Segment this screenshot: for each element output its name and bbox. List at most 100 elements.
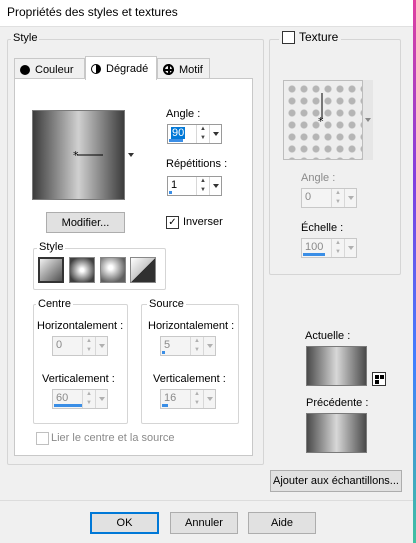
- texture-checkbox[interactable]: [282, 30, 295, 44]
- spin-down-icon[interactable]: ▼: [332, 198, 344, 207]
- source-v-spinbox[interactable]: 16 ▲ ▼: [160, 389, 216, 409]
- spin-up-icon[interactable]: ▲: [191, 337, 203, 346]
- style-radial-button[interactable]: [130, 257, 156, 283]
- current-swatch[interactable]: [306, 346, 367, 386]
- texture-header: Texture: [279, 30, 342, 44]
- center-v-dropdown[interactable]: [95, 390, 107, 408]
- texture-angle-dropdown[interactable]: [344, 189, 356, 207]
- texture-preview[interactable]: *: [283, 80, 363, 160]
- style-sunburst-button[interactable]: [100, 257, 126, 283]
- texture-direction-indicator: *: [318, 93, 324, 128]
- texture-scale-dropdown[interactable]: [344, 239, 356, 257]
- spin-down-icon[interactable]: ▼: [83, 346, 95, 355]
- center-v-progress: [54, 404, 82, 407]
- chevron-down-icon: [128, 153, 134, 157]
- tab-motif-label: Motif: [179, 63, 203, 76]
- style-linear-button[interactable]: [38, 257, 64, 283]
- gradient-style-label: Style: [37, 241, 66, 253]
- center-v-value: 60: [56, 392, 69, 404]
- source-h-spinbox[interactable]: 5 ▲ ▼: [160, 336, 216, 356]
- spin-down-icon[interactable]: ▼: [83, 399, 95, 408]
- style-group-label: Style: [11, 32, 40, 44]
- tab-degrade[interactable]: Dégradé: [85, 56, 157, 80]
- style-rectangular-button[interactable]: [69, 257, 95, 283]
- center-group-label: Centre: [36, 298, 74, 310]
- spin-down-icon[interactable]: ▼: [197, 134, 209, 143]
- help-button[interactable]: Aide: [248, 512, 316, 534]
- tab-couleur-label: Couleur: [35, 63, 74, 76]
- footer-separator: [0, 500, 413, 501]
- texture-angle-label: Angle :: [301, 172, 336, 184]
- angle-value: 90: [171, 127, 186, 139]
- current-label: Actuelle :: [305, 330, 351, 342]
- spin-down-icon[interactable]: ▼: [191, 346, 203, 355]
- texture-scale-progress: [303, 253, 325, 256]
- repetitions-spinbox[interactable]: 1 ▲ ▼: [167, 176, 222, 196]
- svg-text:*: *: [318, 115, 324, 128]
- invert-label: Inverser: [183, 216, 223, 228]
- modify-button[interactable]: Modifier...: [46, 212, 125, 233]
- angle-progress: [169, 139, 183, 142]
- source-v-dropdown[interactable]: [203, 390, 215, 408]
- spin-up-icon[interactable]: ▲: [332, 189, 344, 198]
- chevron-down-icon: [365, 118, 371, 122]
- texture-scale-spinbox[interactable]: 100 ▲ ▼: [301, 238, 357, 258]
- texture-label: Texture: [299, 30, 339, 44]
- spin-up-icon[interactable]: ▲: [197, 125, 209, 134]
- tab-couleur[interactable]: Couleur: [14, 58, 85, 80]
- repetitions-value: 1: [171, 179, 178, 191]
- angle-dropdown[interactable]: [209, 125, 221, 143]
- repetitions-dropdown[interactable]: [209, 177, 221, 195]
- source-h-label: Horizontalement :: [148, 320, 235, 332]
- texture-dropdown-button[interactable]: [363, 80, 373, 160]
- texture-angle-value: 0: [305, 191, 312, 203]
- link-center-source-label: Lier le centre et la source: [51, 432, 175, 444]
- swap-swatches-icon[interactable]: [372, 372, 386, 386]
- center-v-spinbox[interactable]: 60 ▲ ▼: [52, 389, 108, 409]
- tab-degrade-label: Dégradé: [106, 62, 149, 75]
- gradient-direction-indicator: *: [73, 149, 103, 162]
- spin-up-icon[interactable]: ▲: [83, 337, 95, 346]
- repetitions-progress: [169, 191, 172, 194]
- ok-button[interactable]: OK: [90, 512, 159, 534]
- gradient-preview[interactable]: *: [32, 110, 125, 200]
- add-to-swatches-button[interactable]: Ajouter aux échantillons...: [270, 470, 402, 492]
- center-h-dropdown[interactable]: [95, 337, 107, 355]
- tab-motif[interactable]: Motif: [157, 58, 210, 80]
- source-h-dropdown[interactable]: [203, 337, 215, 355]
- source-v-progress: [162, 404, 168, 407]
- texture-scale-value: 100: [305, 241, 324, 253]
- center-h-label: Horizontalement :: [37, 320, 124, 332]
- angle-label: Angle :: [166, 108, 201, 120]
- svg-text:*: *: [73, 149, 79, 162]
- spin-up-icon[interactable]: ▲: [197, 177, 209, 186]
- previous-label: Précédente :: [306, 397, 369, 409]
- spin-down-icon[interactable]: ▼: [197, 186, 209, 195]
- repetitions-label: Répétitions :: [166, 158, 228, 170]
- source-h-progress: [162, 351, 165, 354]
- center-h-spinbox[interactable]: 0 ▲ ▼: [52, 336, 108, 356]
- center-v-label: Verticalement :: [42, 373, 115, 385]
- gradient-dropdown-button[interactable]: [126, 110, 136, 200]
- half-circle-icon: [91, 63, 101, 74]
- texture-angle-spinbox[interactable]: 0 ▲ ▼: [301, 188, 357, 208]
- link-center-source-checkbox[interactable]: [36, 432, 49, 445]
- crosshair-icon: [163, 64, 174, 75]
- spin-down-icon[interactable]: ▼: [191, 399, 203, 408]
- circle-icon: [20, 64, 30, 75]
- texture-scale-label: Échelle :: [301, 222, 344, 234]
- spin-up-icon[interactable]: ▲: [332, 239, 344, 248]
- source-group-label: Source: [147, 298, 186, 310]
- center-h-value: 0: [56, 339, 63, 351]
- spin-up-icon[interactable]: ▲: [83, 390, 95, 399]
- invert-checkbox[interactable]: ✓: [166, 216, 179, 229]
- spin-down-icon[interactable]: ▼: [332, 248, 344, 257]
- previous-swatch[interactable]: [306, 413, 367, 453]
- spin-up-icon[interactable]: ▲: [191, 390, 203, 399]
- source-v-label: Verticalement :: [153, 373, 226, 385]
- window-title: Propriétés des styles et textures: [7, 5, 178, 19]
- source-h-value: 5: [164, 339, 171, 351]
- cancel-button[interactable]: Annuler: [170, 512, 238, 534]
- angle-spinbox[interactable]: 90 ▲ ▼: [167, 124, 222, 144]
- source-v-value: 16: [164, 392, 177, 404]
